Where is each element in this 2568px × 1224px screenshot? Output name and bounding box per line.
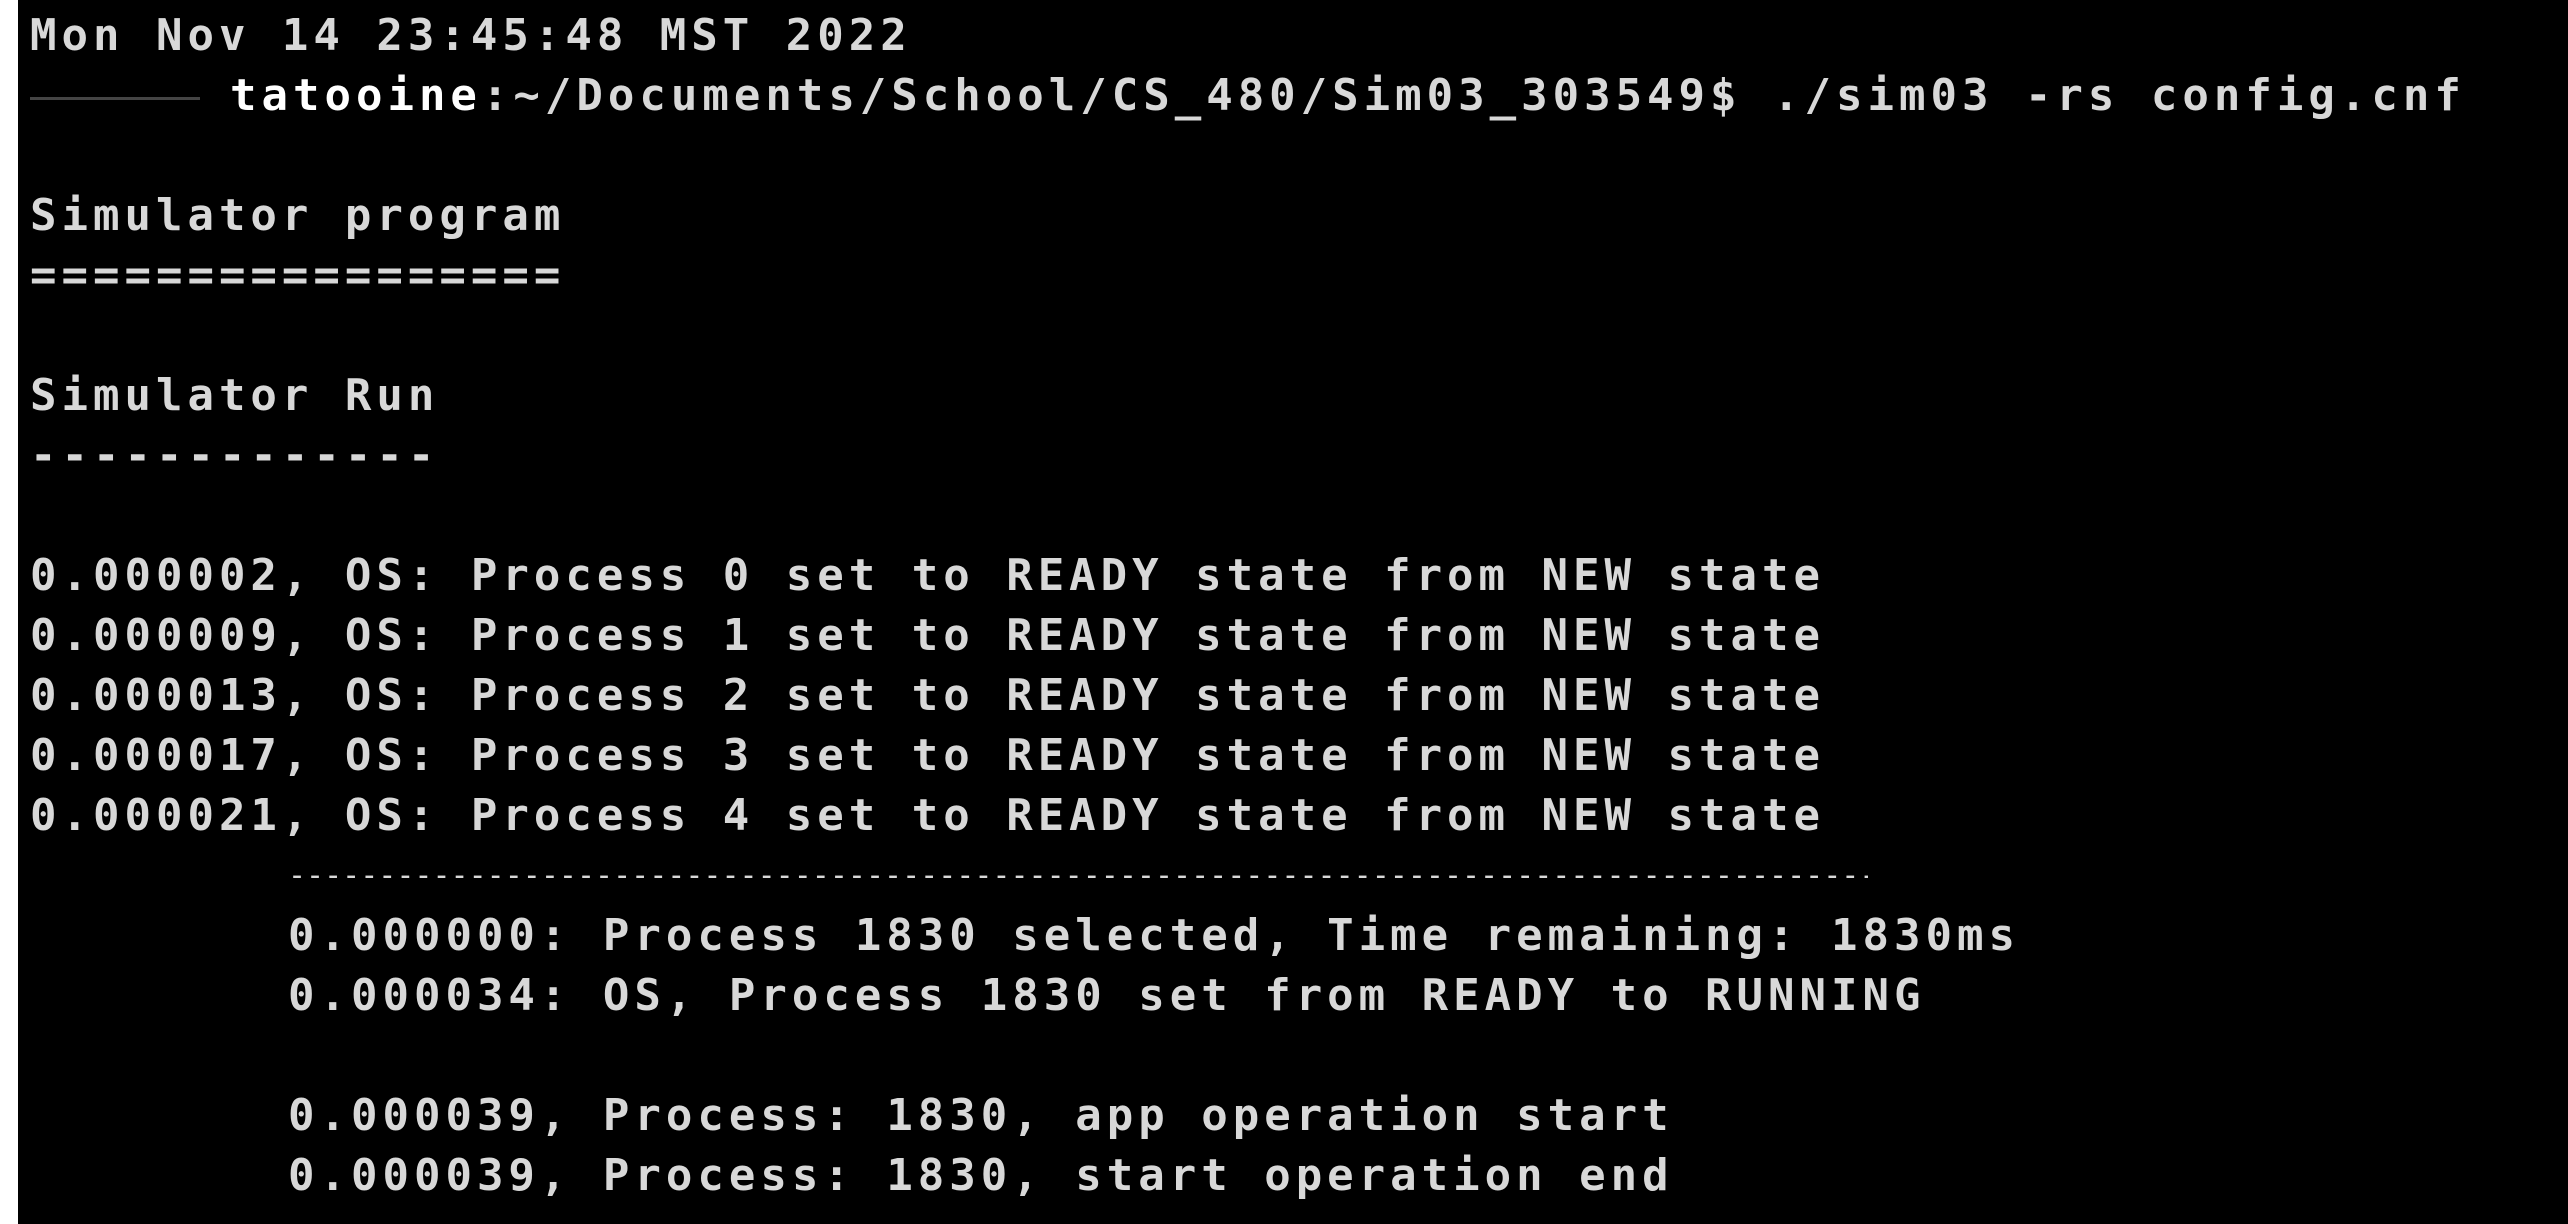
process-line: 0.000009, OS: Process 1 set to READY sta… — [30, 610, 1825, 661]
terminal-window[interactable]: Mon Nov 14 23:45:48 MST 2022 tatooine:~/… — [18, 0, 2568, 1224]
log-line: 0.000034: OS, Process 1830 set from READ… — [288, 970, 1926, 1021]
separator-line: ----------------------------------------… — [288, 870, 1868, 882]
process-line: 0.000013, OS: Process 2 set to READY sta… — [30, 670, 1825, 721]
prompt-host: tatooine — [230, 70, 482, 121]
process-line: 0.000002, OS: Process 0 set to READY sta… — [30, 550, 1825, 601]
title-rule: ================= — [30, 250, 566, 301]
run-subtitle: Simulator Run — [30, 370, 440, 421]
log-line: 0.000000: Process 1830 selected, Time re… — [288, 910, 2020, 961]
log-line: 0.000039, Process: 1830, app operation s… — [288, 1090, 1674, 1141]
process-line: 0.000021, OS: Process 4 set to READY sta… — [30, 790, 1825, 841]
prompt-path-command: :~/Documents/School/CS_480/Sim03_303549$… — [481, 70, 2466, 121]
shell-prompt: tatooine:~/Documents/School/CS_480/Sim03… — [30, 66, 2466, 126]
date-line: Mon Nov 14 23:45:48 MST 2022 — [30, 10, 912, 61]
log-line: 0.000039, Process: 1830, start operation… — [288, 1150, 1674, 1201]
subtitle-rule: ------------- — [30, 430, 440, 481]
program-title: Simulator program — [30, 190, 566, 241]
redacted-username — [30, 76, 230, 120]
process-line: 0.000017, OS: Process 3 set to READY sta… — [30, 730, 1825, 781]
